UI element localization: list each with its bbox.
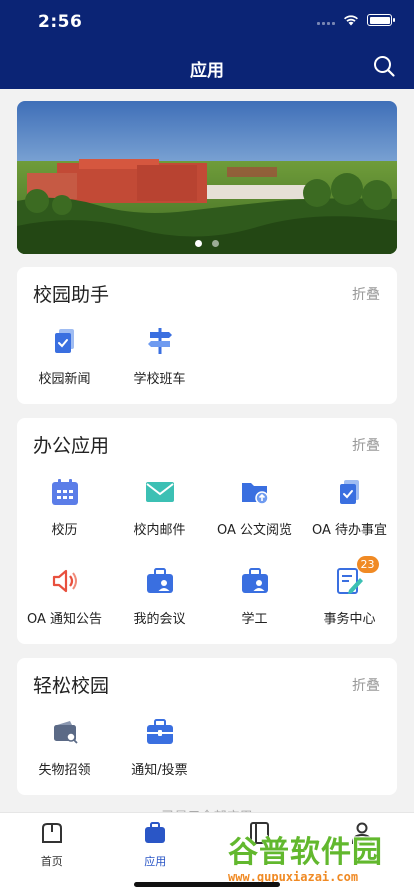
app-label: 校园新闻 — [38, 372, 91, 387]
briefcase-icon — [145, 717, 175, 747]
wifi-icon — [344, 15, 358, 26]
carousel-indicator[interactable] — [17, 240, 397, 247]
app-label: 学工 — [241, 612, 268, 627]
search-icon[interactable] — [372, 54, 396, 78]
page-title: 应用 — [190, 61, 224, 81]
calendar-icon — [50, 477, 80, 507]
section-office-apps: 办公应用 折叠 校历 校内邮件 OA 公文阅览 OA 待办事宜 OA 通知公告 — [17, 418, 397, 644]
app-oa-documents[interactable]: OA 公文阅览 — [207, 477, 302, 538]
app-label: 事务中心 — [323, 612, 376, 627]
app-label: 我的会议 — [133, 612, 186, 627]
signpost-icon — [145, 326, 175, 356]
home-icon — [41, 823, 62, 843]
section-title: 校园助手 — [33, 284, 110, 306]
section-title: 轻松校园 — [33, 675, 110, 697]
signal-icon — [317, 15, 335, 25]
app-school-bus[interactable]: 学校班车 — [112, 326, 207, 387]
tab-home[interactable]: 首页 — [0, 813, 104, 896]
speaker-icon — [50, 566, 80, 596]
fold-button[interactable]: 折叠 — [352, 675, 380, 695]
section-title: 办公应用 — [33, 435, 110, 457]
app-label: OA 公文阅览 — [216, 523, 293, 538]
app-oa-todo[interactable]: OA 待办事宜 — [302, 477, 397, 538]
document-check-icon — [50, 326, 80, 356]
tab-label: 首页 — [40, 855, 63, 868]
app-my-meetings[interactable]: 我的会议 — [112, 566, 207, 627]
status-time: 2:56 — [38, 12, 83, 32]
briefcase-user-icon — [240, 566, 270, 596]
app-label: 校历 — [51, 523, 78, 538]
document-edit-icon: 23 — [335, 556, 379, 596]
app-label: 学校班车 — [133, 372, 186, 387]
watermark-text: 谷普软件园 — [228, 835, 383, 870]
battery-icon — [367, 14, 395, 26]
app-campus-news[interactable]: 校园新闻 — [17, 326, 112, 387]
fold-button[interactable]: 折叠 — [352, 435, 380, 455]
carousel-dot[interactable] — [212, 240, 219, 247]
wallet-search-icon — [50, 717, 80, 747]
app-lost-found[interactable]: 失物招领 — [17, 717, 112, 778]
briefcase-user-icon — [145, 566, 175, 596]
carousel-dot-active[interactable] — [195, 240, 202, 247]
app-label: OA 待办事宜 — [311, 523, 388, 538]
fold-button[interactable]: 折叠 — [352, 284, 380, 304]
campus-banner[interactable] — [17, 101, 397, 254]
section-campus-assistant: 校园助手 折叠 校园新闻 学校班车 — [17, 267, 397, 404]
home-indicator[interactable] — [134, 882, 280, 887]
app-label: OA 通知公告 — [26, 612, 103, 627]
app-campus-mail[interactable]: 校内邮件 — [112, 477, 207, 538]
notification-badge: 23 — [356, 556, 379, 573]
app-header: 2:56 应用 — [0, 0, 414, 89]
folder-upload-icon — [240, 477, 270, 507]
section-easy-campus: 轻松校园 折叠 失物招领 通知/投票 — [17, 658, 397, 795]
app-label: 失物招领 — [38, 763, 91, 778]
campus-photo — [17, 101, 397, 254]
app-label: 通知/投票 — [131, 763, 188, 778]
document-check-icon — [335, 477, 365, 507]
mail-icon — [145, 477, 175, 507]
app-notice-vote[interactable]: 通知/投票 — [112, 717, 207, 778]
app-student-affairs[interactable]: 学工 — [207, 566, 302, 627]
app-label: 校内邮件 — [133, 523, 186, 538]
app-school-calendar[interactable]: 校历 — [17, 477, 112, 538]
app-oa-notice[interactable]: OA 通知公告 — [17, 566, 112, 627]
status-icons — [317, 14, 395, 26]
tab-label: 应用 — [144, 855, 167, 868]
briefcase-icon — [145, 822, 166, 843]
app-service-center[interactable]: 23 事务中心 — [302, 556, 397, 627]
